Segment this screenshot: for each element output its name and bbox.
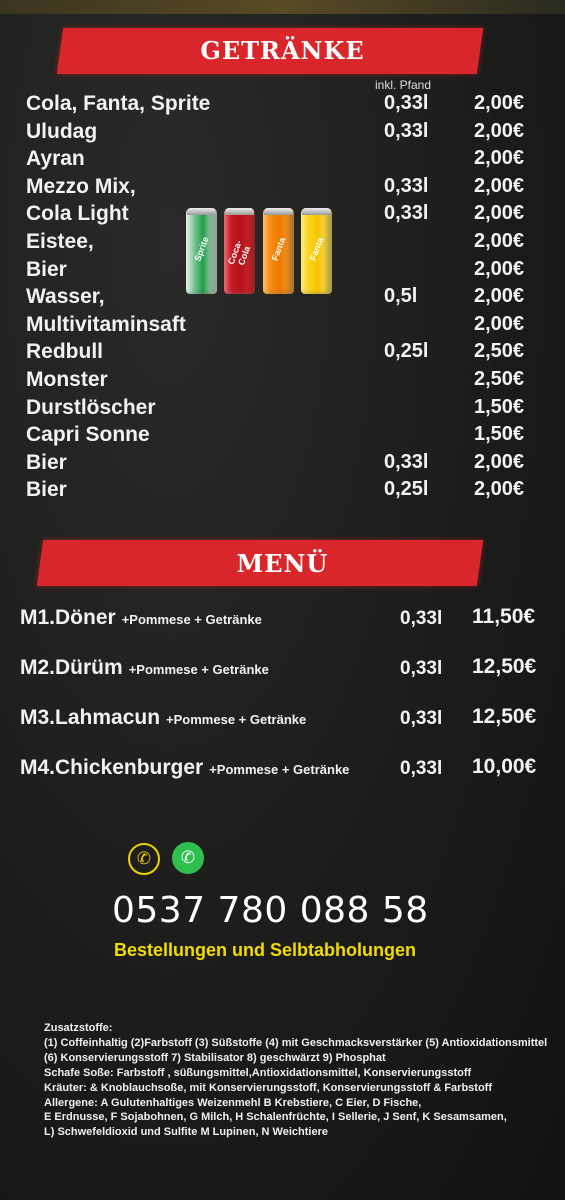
drink-row: Bier 0,25l 2,00€ — [24, 476, 544, 504]
menu-item-extras: +Pommese + Getränke — [166, 712, 307, 727]
menu-item: M2.Dürüm +Pommese + Getränke 0,33l 12,50€ — [20, 650, 560, 690]
whatsapp-icon[interactable]: ✆ — [172, 842, 204, 874]
drink-name: Cola, Fanta, Sprite — [26, 92, 211, 115]
coca-cola-can: Coca-Cola — [224, 208, 255, 294]
drink-volume: 0,5l — [384, 285, 418, 308]
drink-price: 1,50€ — [474, 423, 525, 446]
menu-item-title: M1.Döner — [20, 606, 116, 629]
menu-item-price: 11,50€ — [472, 605, 536, 628]
drink-volume: 0,33l — [384, 119, 429, 142]
menu-item-volume: 0,33l — [400, 658, 443, 679]
drink-row: Cola, Fanta, Sprite 0,33l 2,00€ — [24, 90, 544, 118]
drink-volume: 0,25l — [384, 340, 429, 363]
drink-price: 1,50€ — [474, 395, 525, 418]
cans-image: Sprite Coca-Cola Fanta Fanta — [186, 208, 336, 296]
menu-flyer: GETRÄNKE inkl. Pfand Cola, Fanta, Sprite… — [0, 0, 565, 1200]
notes-line: Schafe Soße: Farbstoff , süßungsmittel,A… — [44, 1066, 472, 1079]
drink-row: Capri Sonne 1,50€ — [24, 421, 544, 449]
orders-tagline: Bestellungen und Selbtabholungen — [114, 940, 417, 960]
menu-item-volume: 0,33l — [400, 608, 443, 629]
drink-price: 2,00€ — [474, 229, 525, 252]
drink-row: Multivitaminsaft 2,00€ — [24, 311, 544, 339]
notes-line: (1) Coffeinhaltig (2)Farbstoff (3) Süßst… — [44, 1036, 548, 1049]
drink-volume: 0,33l — [384, 174, 429, 197]
drink-volume: 0,33l — [384, 92, 429, 114]
drink-row: Mezzo Mix, 0,33l 2,00€ — [24, 173, 544, 201]
drink-name: Multivitaminsaft — [26, 312, 186, 336]
drink-row: Monster 2,50€ — [24, 366, 544, 394]
phone-number[interactable]: 0537 780 088 58 — [112, 890, 429, 931]
sprite-can: Sprite — [186, 208, 217, 294]
drink-price: 2,00€ — [474, 202, 525, 225]
menu-item: M4.Chickenburger +Pommese + Getränke 0,33l… — [20, 750, 560, 790]
phone-icon[interactable]: ✆ — [128, 843, 160, 875]
menu-item-volume: 0,33l — [400, 758, 443, 779]
drink-row: Bier 0,33l 2,00€ — [24, 449, 544, 477]
drink-name: Bier — [26, 257, 67, 281]
drink-name: Redbull — [26, 340, 103, 364]
drink-name: Ayran — [26, 147, 85, 171]
drink-name: Bier — [26, 478, 67, 502]
fanta-orange-can: Fanta — [263, 208, 294, 294]
drink-name: Wasser, — [26, 285, 105, 309]
drink-row: Durstlöscher 1,50€ — [24, 394, 544, 422]
drinks-title: GETRÄNKE — [200, 36, 365, 65]
notes-line: (6) Konservierungsstoff 7) Stabilisator … — [44, 1051, 386, 1064]
additives-notes: Zusatzstoffe: (1) Coffeinhaltig (2)Farbst… — [44, 1021, 564, 1140]
drink-price: 2,00€ — [474, 92, 525, 114]
drink-name: Mezzo Mix, — [26, 174, 136, 198]
fanta-lemon-can: Fanta — [301, 208, 332, 294]
notes-line: E Erdnusse, F Sojabohnen, G Milch, H Sch… — [44, 1111, 507, 1124]
menu-item-name: M1.Döner +Pommese + Getränke — [20, 606, 262, 630]
menu-item: M3.Lahmacun +Pommese + Getränke 0,33l 12,50… — [20, 700, 560, 740]
drinks-list: Cola, Fanta, Sprite 0,33l 2,00€ Uludag 0,33l… — [24, 90, 544, 504]
menu-item-price: 10,00€ — [472, 755, 537, 778]
menu-item-price: 12,50€ — [472, 655, 537, 678]
drink-volume: 0,33l — [384, 450, 429, 473]
drink-name: Eistee, — [26, 229, 94, 253]
drink-volume: 0,33l — [384, 202, 429, 225]
menu-item-title: M3.Lahmacun — [20, 706, 161, 729]
menu-item-title: M2.Dürüm — [20, 656, 123, 679]
drink-price: 2,00€ — [474, 257, 525, 280]
menu-item-name: M3.Lahmacun +Pommese + Getränke — [20, 706, 306, 730]
drink-price: 2,00€ — [474, 478, 525, 501]
drink-name: Capri Sonne — [26, 423, 150, 447]
drink-row: Uludag 0,33l 2,00€ — [24, 118, 544, 146]
drink-name: Uludag — [26, 119, 98, 143]
menu-item-volume: 0,33l — [400, 708, 443, 729]
drink-price: 2,00€ — [474, 312, 525, 335]
drink-price: 2,00€ — [474, 285, 525, 308]
menu-item: M1.Döner +Pommese + Getränke 0,33l 11,50€ — [20, 600, 560, 640]
menu-title: MENÜ — [236, 549, 329, 578]
menu-item-extras: +Pommese + Getränke — [121, 612, 262, 627]
menu-item-title: M4.Chickenburger — [20, 756, 204, 779]
drink-price: 2,00€ — [474, 450, 525, 473]
notes-line: Allergene: A Gulutenhaltiges Weizenmehl … — [44, 1096, 422, 1109]
drink-name: Monster — [26, 367, 108, 391]
drink-price: 2,00€ — [474, 119, 525, 142]
drink-volume: 0,25l — [384, 478, 429, 501]
notes-line: Zusatzstoffe: — [44, 1022, 113, 1034]
drink-price: 2,50€ — [474, 367, 525, 390]
menu-item-extras: +Pommese + Getränke — [128, 662, 269, 677]
drink-name: Bier — [26, 450, 67, 474]
drink-name: Durstlöscher — [26, 395, 156, 419]
menu-item-price: 12,50€ — [472, 705, 537, 728]
drink-price: 2,00€ — [474, 174, 525, 197]
menu-item-extras: +Pommese + Getränke — [209, 762, 350, 777]
notes-line: Kräuter: & Knoblauchsoße, mit Konservier… — [44, 1081, 492, 1094]
drink-price: 2,00€ — [474, 147, 525, 170]
drink-row: Ayran 2,00€ — [24, 145, 544, 173]
notes-line: L) Schwefeldioxid und Sulfite M Lupinen,… — [44, 1126, 328, 1139]
drink-row: Redbull 0,25l 2,50€ — [24, 338, 544, 366]
top-strip — [0, 0, 565, 14]
drink-name: Cola Light — [26, 202, 129, 226]
menu-item-name: M2.Dürüm +Pommese + Getränke — [20, 656, 269, 680]
drink-price: 2,50€ — [474, 340, 525, 363]
menu-item-name: M4.Chickenburger +Pommese + Getränke — [20, 756, 349, 780]
